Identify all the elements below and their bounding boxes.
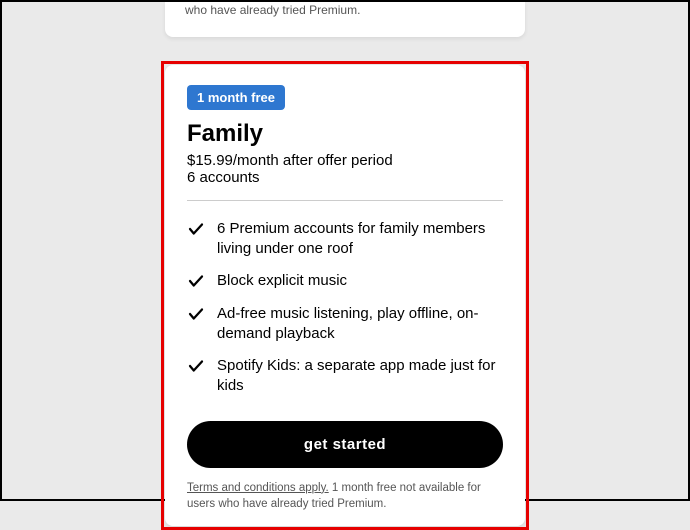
feature-text: Block explicit music bbox=[217, 271, 347, 291]
feature-list: 6 Premium accounts for family members li… bbox=[187, 219, 503, 397]
prev-disclaimer-text: who have already tried Premium. bbox=[185, 3, 360, 17]
divider bbox=[187, 200, 503, 201]
list-item: Spotify Kids: a separate app made just f… bbox=[187, 356, 503, 397]
check-icon bbox=[187, 220, 205, 238]
terms-text: Terms and conditions apply. 1 month free… bbox=[187, 480, 503, 512]
plan-title: Family bbox=[187, 120, 503, 148]
list-item: 6 Premium accounts for family members li… bbox=[187, 219, 503, 260]
plan-accounts: 6 accounts bbox=[187, 169, 503, 186]
terms-link[interactable]: Terms and conditions apply. bbox=[187, 482, 329, 494]
get-started-button[interactable]: get started bbox=[187, 421, 503, 468]
offer-badge: 1 month free bbox=[187, 85, 285, 110]
feature-text: Ad-free music listening, play offline, o… bbox=[217, 304, 503, 345]
check-icon bbox=[187, 272, 205, 290]
previous-plan-card-fragment: who have already tried Premium. bbox=[165, 2, 525, 37]
feature-text: Spotify Kids: a separate app made just f… bbox=[217, 356, 503, 397]
plan-price: $15.99/month after offer period bbox=[187, 152, 503, 169]
list-item: Ad-free music listening, play offline, o… bbox=[187, 304, 503, 345]
check-icon bbox=[187, 305, 205, 323]
feature-text: 6 Premium accounts for family members li… bbox=[217, 219, 503, 260]
check-icon bbox=[187, 357, 205, 375]
family-plan-card: 1 month free Family $15.99/month after o… bbox=[165, 65, 525, 526]
list-item: Block explicit music bbox=[187, 271, 503, 291]
